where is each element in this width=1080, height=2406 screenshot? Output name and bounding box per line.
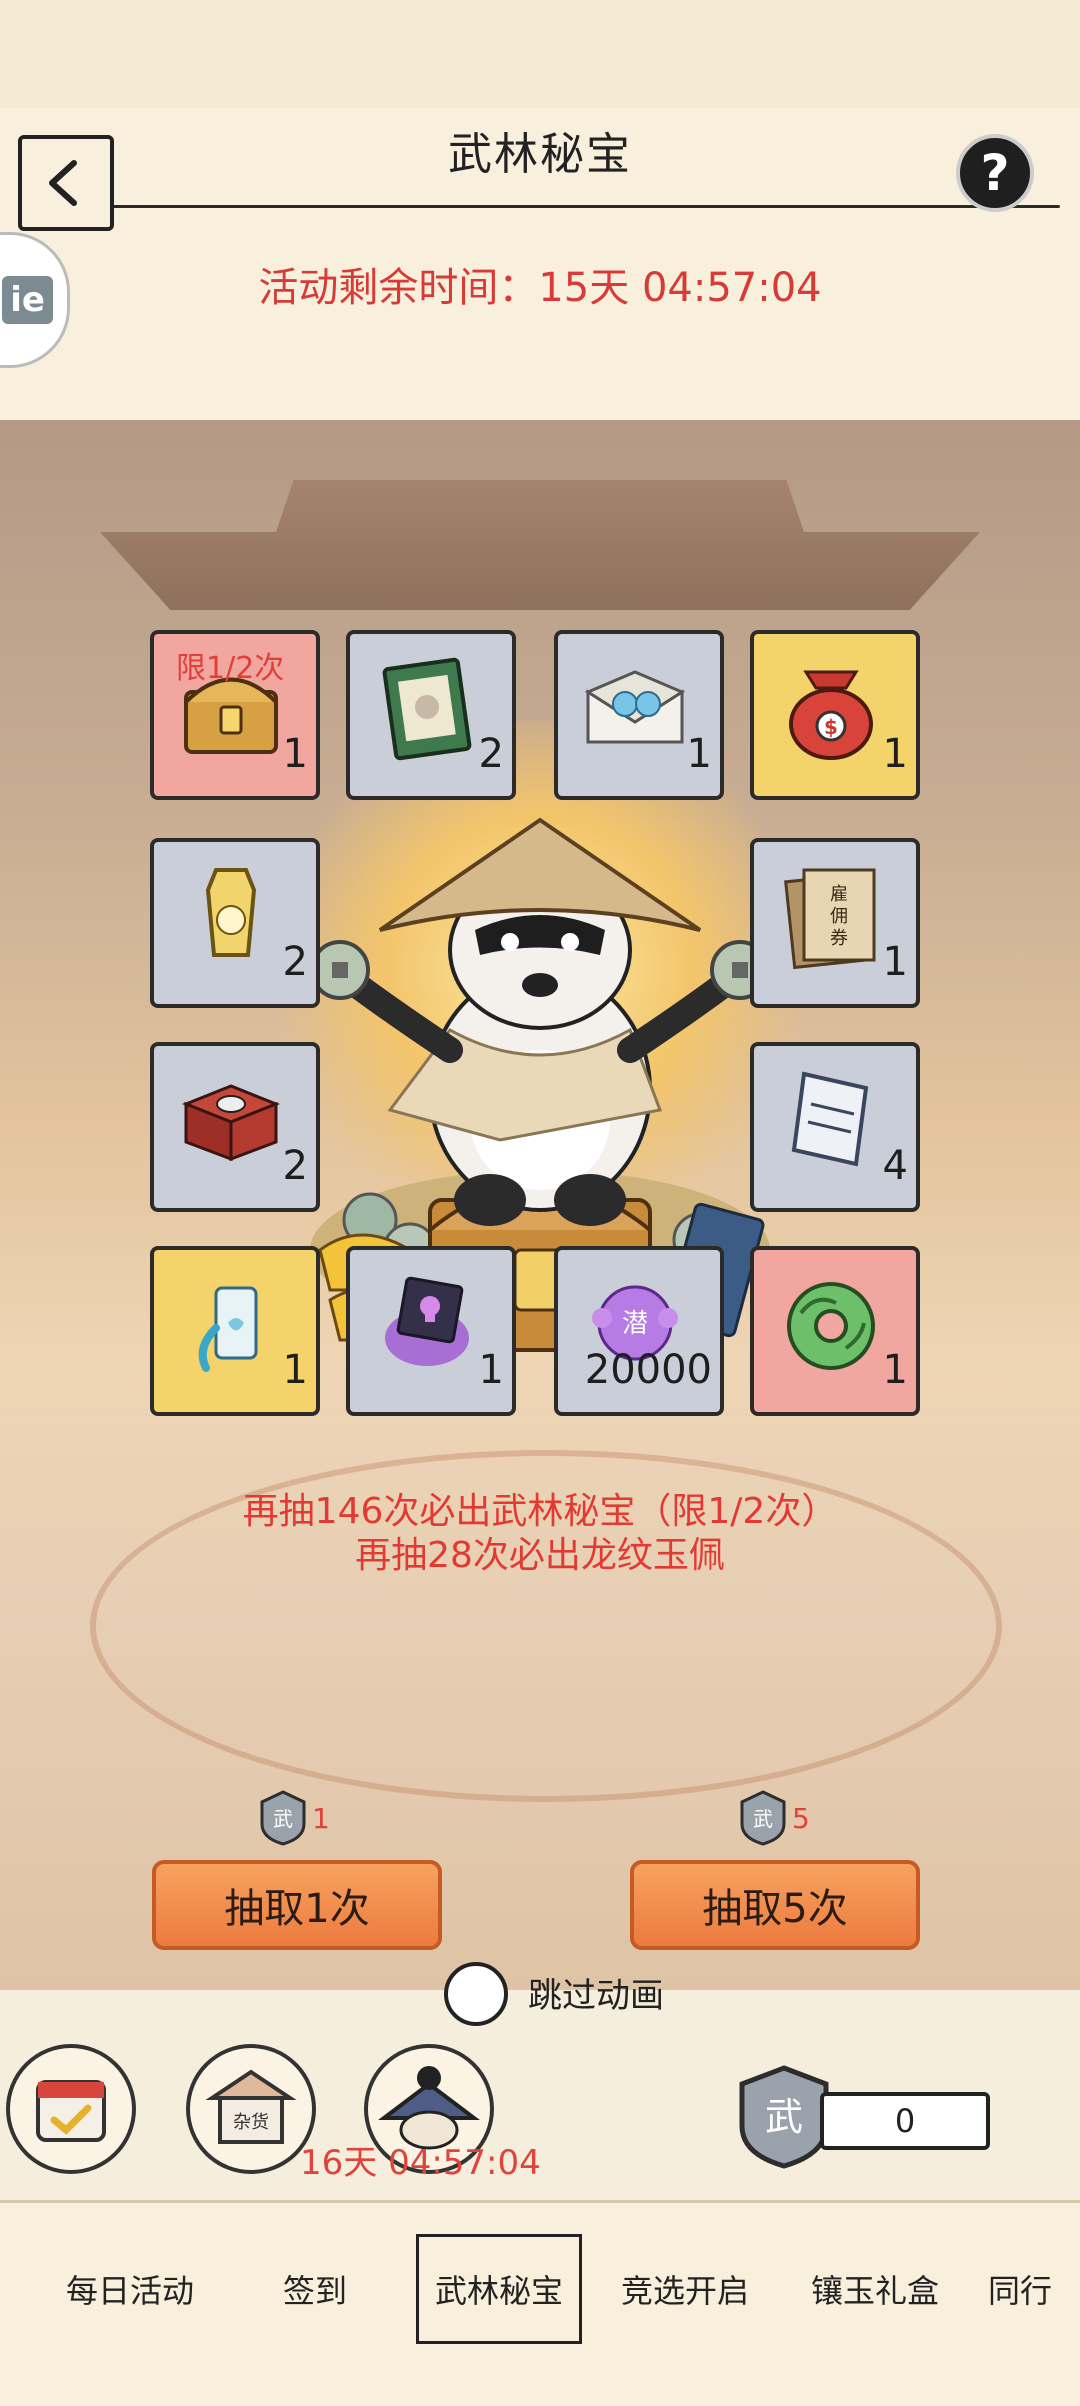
help-button[interactable]: ?: [956, 134, 1034, 212]
event-remaining-time: 活动剩余时间：15天 04:57:04: [258, 265, 822, 311]
limit-badge: 限1/2次: [176, 651, 285, 686]
reward-count: 2: [478, 731, 504, 777]
dragon-jade-icon: [787, 1282, 875, 1370]
reward-tile-hire-ticket[interactable]: 雇 佣 券 1: [750, 838, 920, 1008]
scroll-ticket-icon: [791, 1071, 869, 1167]
svg-text:武: 武: [273, 1807, 293, 1831]
martial-currency-icon: 武: [739, 2065, 829, 2169]
reward-tile-jade-beads-envelope[interactable]: 1: [554, 630, 724, 800]
reward-tile-money-bag[interactable]: $ 1: [750, 630, 920, 800]
jade-beads-envelope-icon: [584, 670, 686, 744]
svg-text:武: 武: [765, 2095, 803, 2139]
reward-tile-blue-charm[interactable]: 1: [150, 1246, 320, 1416]
reward-tile-gold-token[interactable]: 2: [150, 838, 320, 1008]
tab-election-open[interactable]: 竞选开启: [590, 2234, 780, 2344]
svg-text:潜: 潜: [622, 1309, 648, 1339]
shop-icon: 杂货: [205, 2069, 297, 2144]
draw-5-cost: 武 5: [738, 1790, 810, 1846]
draw-5-button[interactable]: 抽取5次: [630, 1860, 920, 1950]
reward-count: 4: [882, 1143, 908, 1189]
reward-tile-scroll-ticket[interactable]: 4: [750, 1042, 920, 1212]
skip-animation-checkbox[interactable]: [444, 1962, 508, 2026]
svg-text:佣: 佣: [830, 906, 848, 927]
reward-tile-dragon-jade[interactable]: 1: [750, 1246, 920, 1416]
reward-count: 1: [882, 939, 908, 985]
shop-event-button[interactable]: 杂货: [186, 2044, 316, 2174]
martial-token-icon: 武: [260, 1790, 306, 1846]
reward-count: 20000: [584, 1347, 712, 1393]
calendar-event-button[interactable]: [6, 2044, 136, 2174]
martial-token-icon: 武: [740, 1790, 786, 1846]
status-area: [0, 0, 1080, 108]
reward-count: 2: [282, 939, 308, 985]
reward-count: 1: [686, 731, 712, 777]
tab-wulin-treasure[interactable]: 武林秘宝: [416, 2234, 582, 2344]
reward-tile-manual-book[interactable]: 2: [346, 630, 516, 800]
pity-line-treasure: 再抽146次必出武林秘宝（限1/2次）: [242, 1491, 838, 1532]
svg-text:券: 券: [830, 928, 848, 949]
reward-count: 2: [282, 1143, 308, 1189]
svg-text:$: $: [824, 715, 838, 739]
hire-ticket-icon: 雇 佣 券: [784, 868, 876, 970]
tab-sign-in[interactable]: 签到: [230, 2234, 400, 2344]
gold-token-icon: [205, 868, 257, 957]
draw-5-cost-value: 5: [792, 1801, 810, 1835]
gacha-banner: 限1/2次 1 2 1 $ 1 2 雇 佣 券 1 2 4 1 1 潜 2000…: [0, 420, 1080, 1990]
reward-count: 1: [478, 1347, 504, 1393]
skip-animation-label: 跳过动画: [528, 1976, 664, 2016]
reward-count: 1: [282, 1347, 308, 1393]
tab-jade-gift-box[interactable]: 镶玉礼盒: [780, 2234, 970, 2344]
poison-pouch-icon: [385, 1276, 469, 1366]
draw-1-cost: 武 1: [258, 1790, 330, 1846]
svg-text:雇: 雇: [830, 884, 848, 905]
calendar-icon: [36, 2080, 106, 2142]
draw-1-cost-value: 1: [312, 1801, 330, 1835]
pity-line-jade: 再抽28次必出龙纹玉佩: [355, 1535, 725, 1576]
tab-daily-activity[interactable]: 每日活动: [30, 2234, 230, 2344]
reward-count: 1: [882, 731, 908, 777]
reward-tile-poison-pouch[interactable]: 1: [346, 1246, 516, 1416]
red-box-icon: [181, 1084, 281, 1162]
money-bag-icon: $: [789, 670, 873, 760]
page-title: 武林秘宝: [448, 129, 632, 180]
currency-balance: 0: [820, 2092, 990, 2150]
event-countdown: 16天 04:57:04: [300, 2143, 541, 2183]
svg-text:杂货: 杂货: [233, 2112, 269, 2133]
svg-text:武: 武: [753, 1807, 773, 1831]
reward-tile-red-box[interactable]: 2: [150, 1042, 320, 1212]
draw-1-button[interactable]: 抽取1次: [152, 1860, 442, 1950]
reward-tile-potential-orb[interactable]: 潜 20000: [554, 1246, 724, 1416]
reward-count: 1: [882, 1347, 908, 1393]
temple-roof: [100, 480, 980, 610]
reward-count: 1: [282, 731, 308, 777]
title-divider: [20, 205, 1060, 208]
reward-tile-treasure-chest[interactable]: 限1/2次 1: [150, 630, 320, 800]
tab-peers[interactable]: 同行: [970, 2234, 1070, 2344]
blue-charm-icon: [198, 1286, 258, 1372]
manual-book-icon: [382, 657, 472, 761]
